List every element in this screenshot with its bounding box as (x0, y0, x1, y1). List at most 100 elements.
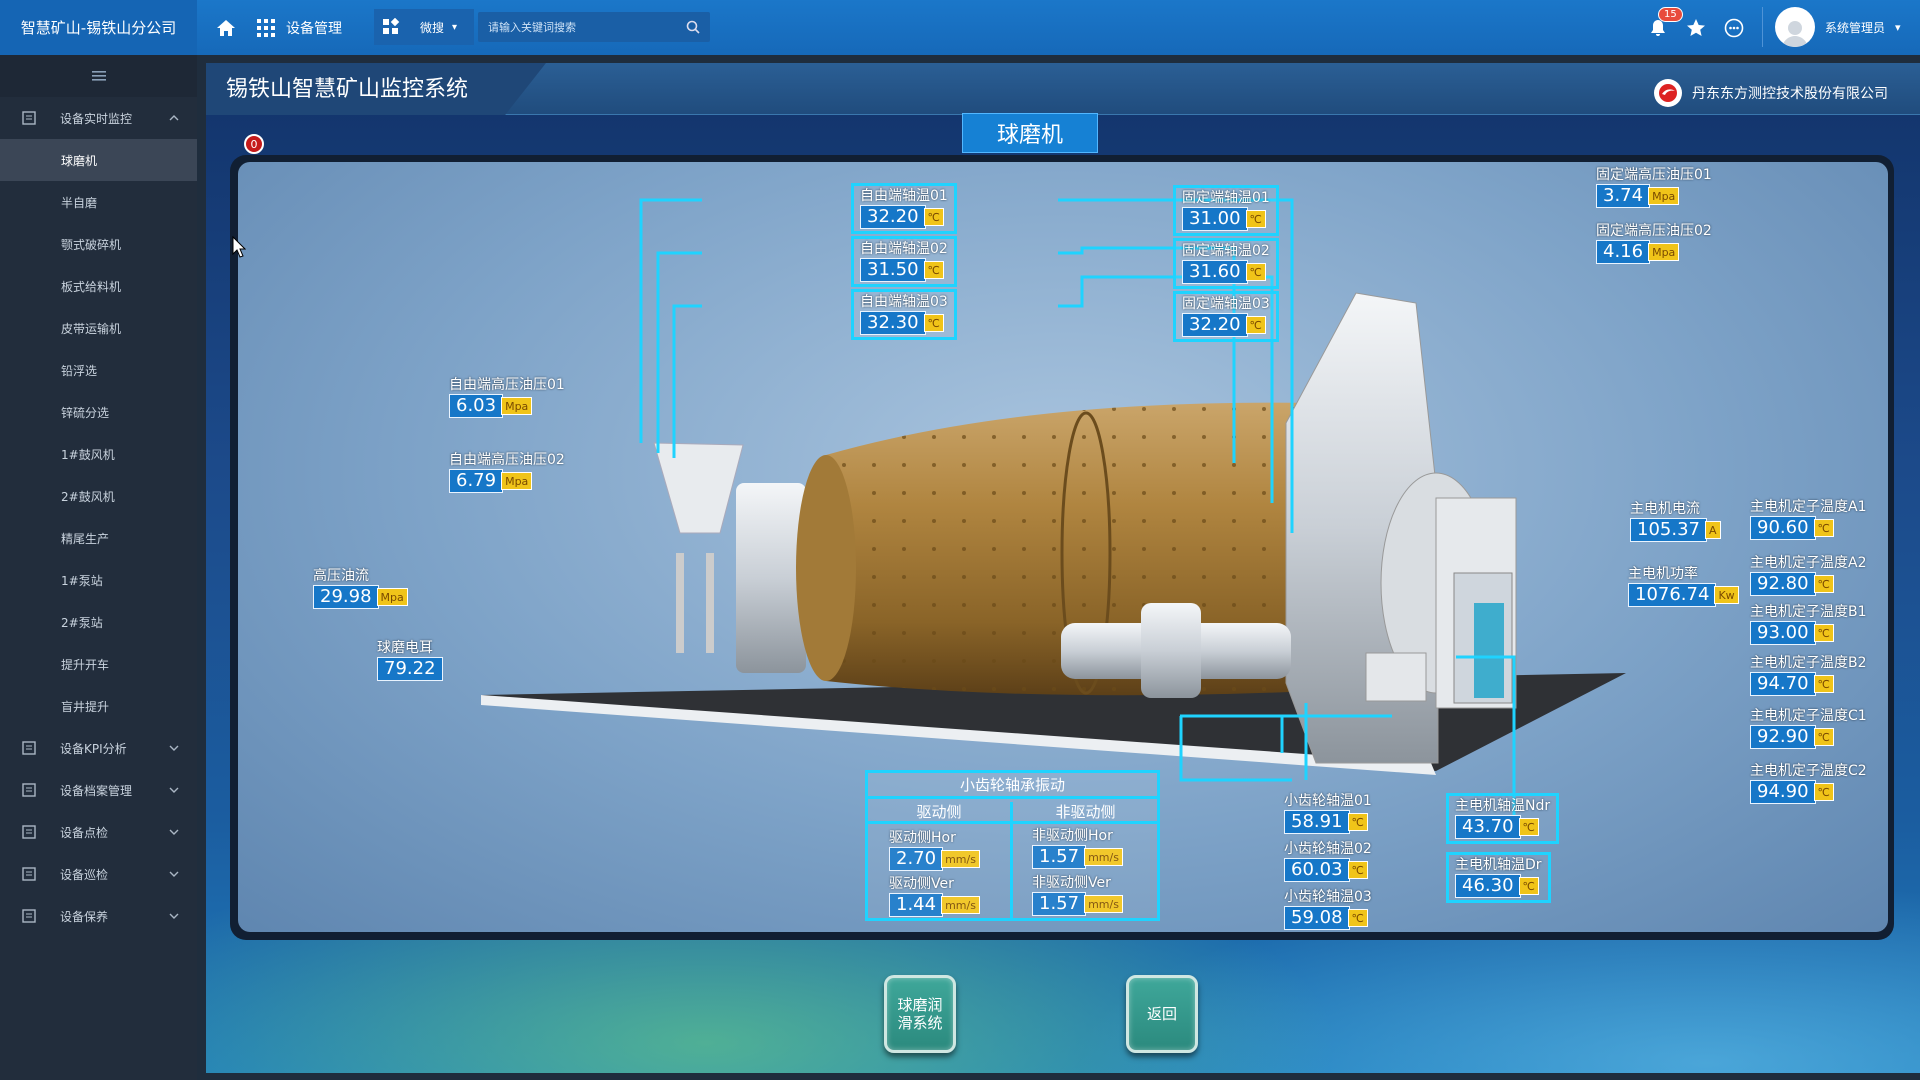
sidebar-item[interactable]: 半自磨 (0, 181, 197, 223)
sensor-reading: 1076.74 Kw (1628, 583, 1739, 607)
sidebar-item[interactable]: 球磨机 (0, 139, 197, 181)
sidebar-item[interactable]: 铅浮选 (0, 349, 197, 391)
sidebar-group-1[interactable]: 设备KPI分析 (0, 727, 197, 769)
sensor-gauge[interactable]: 固定端轴温02 31.60 ℃ (1173, 238, 1279, 289)
sensor-gauge[interactable]: 主电机定子温度B1 93.00 ℃ (1750, 604, 1867, 645)
sensor-gauge[interactable]: 球磨电耳 79.22 (377, 640, 443, 681)
favorites-button[interactable] (1686, 0, 1706, 55)
top-bar: 智慧矿山-锡铁山分公司 设备管理 微搜 ▾ 请输入关键词搜索 15 系统管理员 … (0, 0, 1920, 55)
menu-icon (91, 71, 106, 81)
sidebar-group-2[interactable]: 设备档案管理 (0, 769, 197, 811)
sensor-gauge[interactable]: 主电机电流 105.37 A (1630, 501, 1721, 542)
sensor-reading: 94.90 ℃ (1750, 780, 1867, 804)
sensor-gauge[interactable]: 自由端高压油压02 6.79 Mpa (449, 452, 565, 493)
user-menu[interactable]: 系统管理员 ▾ (1762, 7, 1901, 47)
sensor-gauge[interactable]: 自由端高压油压01 6.03 Mpa (449, 377, 565, 418)
sensor-reading: 32.20 ℃ (860, 205, 948, 229)
sensor-gauge[interactable]: 高压油流 29.98 Mpa (313, 568, 408, 609)
sensor-gauge[interactable]: 主电机定子温度B2 94.70 ℃ (1750, 655, 1867, 696)
sensor-value: 31.60 (1182, 260, 1248, 284)
sidebar-item[interactable]: 颚式破碎机 (0, 223, 197, 265)
home-button[interactable] (216, 0, 236, 55)
sidebar-group-0[interactable]: 设备实时监控 (0, 97, 197, 139)
sensor-label: 主电机定子温度B2 (1750, 655, 1867, 671)
sensor-gauge[interactable]: 主电机定子温度A1 90.60 ℃ (1750, 499, 1866, 540)
sidebar-group-label: 设备保养 (60, 909, 109, 924)
sensor-value: 32.20 (860, 205, 926, 229)
sensor-value: 94.90 (1750, 780, 1816, 804)
sensor-gauge[interactable]: 主电机轴温Dr 46.30 ℃ (1446, 852, 1551, 903)
sensor-gauge[interactable]: 自由端轴温02 31.50 ℃ (851, 236, 957, 287)
sensor-unit: ℃ (1813, 728, 1834, 746)
sidebar-item[interactable]: 1#泵站 (0, 559, 197, 601)
sensor-reading: 31.60 ℃ (1182, 260, 1270, 284)
sensor-reading: 6.03 Mpa (449, 394, 565, 418)
micro-search-select[interactable]: 微搜 ▾ (374, 9, 474, 45)
sensor-label: 固定端轴温03 (1182, 296, 1270, 312)
sidebar-toggle[interactable] (0, 55, 197, 97)
sensor-unit: ℃ (1518, 877, 1539, 895)
sensor-reading: 4.16 Mpa (1596, 240, 1712, 264)
sensor-gauge[interactable]: 小齿轮轴温02 60.03 ℃ (1284, 841, 1372, 882)
sidebar-group-5[interactable]: 设备保养 (0, 895, 197, 937)
sidebar-group-4[interactable]: 设备巡检 (0, 853, 197, 895)
sidebar-item[interactable]: 皮带运输机 (0, 307, 197, 349)
module-menu[interactable]: 设备管理 (256, 0, 342, 55)
sensor-gauge[interactable]: 小齿轮轴温03 59.08 ℃ (1284, 889, 1372, 930)
search-input[interactable]: 请输入关键词搜索 (478, 12, 710, 42)
chat-icon (1724, 18, 1744, 37)
sensor-label: 自由端高压油压01 (449, 377, 565, 393)
sensor-unit: ℃ (1347, 909, 1368, 927)
sensor-gauge[interactable]: 主电机轴温Ndr 43.70 ℃ (1446, 793, 1560, 844)
search-icon[interactable] (686, 20, 700, 34)
sidebar-item[interactable]: 锌硫分选 (0, 391, 197, 433)
sensor-reading: 31.00 ℃ (1182, 207, 1270, 231)
sensor-unit: ℃ (1347, 813, 1368, 831)
sensor-gauge[interactable]: 主电机定子温度C2 94.90 ℃ (1750, 763, 1867, 804)
sensor-gauge[interactable]: 固定端高压油压01 3.74 Mpa (1596, 167, 1712, 208)
sensor-value: 58.91 (1284, 810, 1350, 834)
sensor-reading: 94.70 ℃ (1750, 672, 1867, 696)
sensor-reading: 29.98 Mpa (313, 585, 408, 609)
sensor-gauge[interactable]: 自由端轴温01 32.20 ℃ (851, 183, 957, 234)
sensor-unit: ℃ (1813, 624, 1834, 642)
sensor-reading: 59.08 ℃ (1284, 906, 1372, 930)
sensor-label: 自由端轴温03 (860, 294, 948, 310)
sensor-label: 主电机轴温Dr (1455, 857, 1542, 873)
sidebar-item[interactable]: 2#泵站 (0, 601, 197, 643)
sidebar-item[interactable]: 2#鼓风机 (0, 475, 197, 517)
sensor-gauge[interactable]: 主电机功率 1076.74 Kw (1628, 566, 1739, 607)
sidebar-item[interactable]: 盲井提升 (0, 685, 197, 727)
sidebar-item[interactable]: 提升开车 (0, 643, 197, 685)
sidebar-group-label: 设备KPI分析 (60, 741, 127, 756)
sensor-gauge[interactable]: 小齿轮轴温01 58.91 ℃ (1284, 793, 1372, 834)
sensor-label: 固定端高压油压02 (1596, 223, 1712, 239)
module-label: 设备管理 (286, 20, 342, 37)
pinion-vibration-panel: 小齿轮轴承振动 驱动侧 非驱动侧 (865, 770, 1160, 921)
messages-button[interactable] (1724, 0, 1744, 55)
sensor-gauge[interactable]: 自由端轴温03 32.30 ℃ (851, 289, 957, 340)
document-icon (22, 909, 38, 923)
document-icon (22, 825, 38, 839)
sidebar-group-label: 设备巡检 (60, 867, 109, 882)
lube-system-button[interactable]: 球磨润 滑系统 (884, 975, 956, 1053)
notification-button[interactable]: 15 (1648, 0, 1683, 55)
sensor-gauge[interactable]: 固定端轴温03 32.20 ℃ (1173, 291, 1279, 342)
sidebar-item[interactable]: 1#鼓风机 (0, 433, 197, 475)
back-button[interactable]: 返回 (1126, 975, 1198, 1053)
sensor-value: 31.00 (1182, 207, 1248, 231)
sidebar-group-3[interactable]: 设备点检 (0, 811, 197, 853)
app-brand[interactable]: 智慧矿山-锡铁山分公司 (0, 0, 197, 55)
sensor-gauge[interactable]: 主电机定子温度A2 92.80 ℃ (1750, 555, 1866, 596)
sensor-unit: ℃ (1347, 861, 1368, 879)
sensor-unit: ℃ (923, 208, 944, 226)
sensor-gauge[interactable]: 主电机定子温度C1 92.90 ℃ (1750, 708, 1867, 749)
vibration-title: 小齿轮轴承振动 (868, 773, 1157, 799)
sensor-gauge[interactable]: 固定端轴温01 31.00 ℃ (1173, 185, 1279, 236)
sensor-label: 主电机定子温度C1 (1750, 708, 1867, 724)
sidebar-item[interactable]: 精尾生产 (0, 517, 197, 559)
sensor-gauge[interactable]: 固定端高压油压02 4.16 Mpa (1596, 223, 1712, 264)
sensor-label: 主电机定子温度C2 (1750, 763, 1867, 779)
sidebar-item[interactable]: 板式给料机 (0, 265, 197, 307)
sensor-label: 主电机轴温Ndr (1455, 798, 1551, 814)
